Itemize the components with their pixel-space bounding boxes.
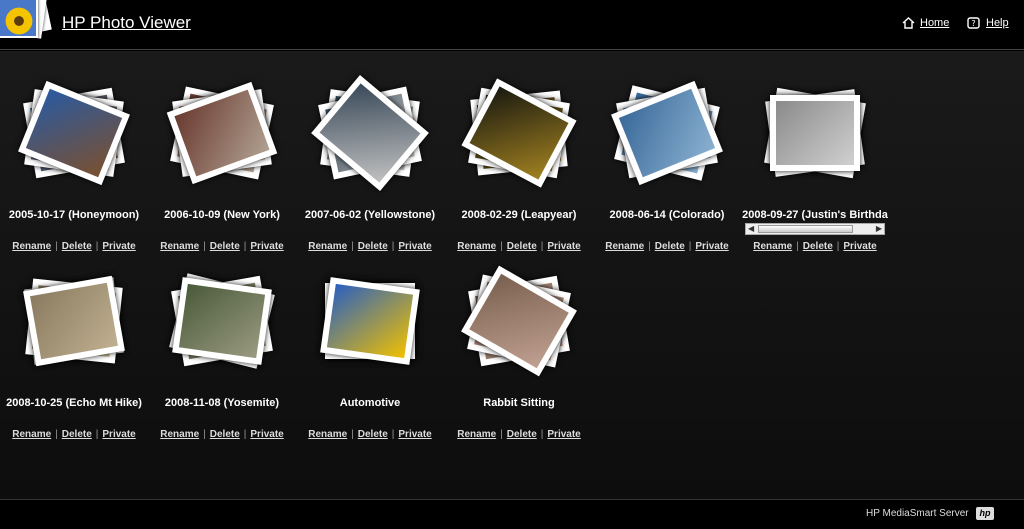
album-cover-photo xyxy=(770,95,860,171)
album-actions: Rename | Delete | Private xyxy=(741,241,889,252)
album-title: Automotive xyxy=(339,397,401,409)
album-tile[interactable]: 2008-09-27 (Justin's Birthda ◀ ▶ Rename | Del… xyxy=(741,57,889,252)
album-thumbnail-stack[interactable] xyxy=(314,265,426,377)
album-tile[interactable]: 2005-10-17 (Honeymoon) Rename | Delete | Priv… xyxy=(0,57,148,252)
album-grid: 2005-10-17 (Honeymoon) Rename | Delete | Priv… xyxy=(0,51,1024,499)
home-icon[interactable] xyxy=(902,17,915,29)
album-tile[interactable]: 2006-10-09 (New York) Rename | Delete | Priva… xyxy=(148,57,296,252)
separator: | xyxy=(500,429,503,440)
album-tile[interactable]: 2008-06-14 (Colorado) Rename | Delete | Priva… xyxy=(593,57,741,252)
album-actions: Rename | Delete | Private xyxy=(0,429,148,440)
private-link[interactable]: Private xyxy=(843,241,876,252)
album-cover-photo xyxy=(311,74,429,192)
separator: | xyxy=(836,241,840,252)
separator: | xyxy=(351,429,354,440)
delete-link[interactable]: Delete xyxy=(62,429,92,440)
delete-link[interactable]: Delete xyxy=(507,429,537,440)
album-cover-photo xyxy=(461,265,577,377)
album-tile[interactable]: 2007-06-02 (Yellowstone) Rename | Delete | Pr… xyxy=(296,57,444,252)
album-actions: Rename | Delete | Private xyxy=(148,429,296,440)
separator: | xyxy=(391,429,395,440)
rename-link[interactable]: Rename xyxy=(12,429,51,440)
app-logo xyxy=(0,0,52,42)
home-link[interactable]: Home xyxy=(920,17,949,29)
help-icon[interactable]: ? xyxy=(967,17,980,29)
delete-link[interactable]: Delete xyxy=(358,429,388,440)
album-actions: Rename | Delete | Private xyxy=(445,429,593,440)
album-title: 2005-10-17 (Honeymoon) xyxy=(8,209,140,221)
album-thumbnail-stack[interactable] xyxy=(461,265,577,377)
album-title: 2006-10-09 (New York) xyxy=(164,209,280,221)
album-cover-photo xyxy=(320,277,420,365)
album-tile[interactable]: 2008-02-29 (Leapyear) Rename | Delete | Priva… xyxy=(445,57,593,252)
album-tile[interactable]: Rabbit Sitting Rename | Delete | Private xyxy=(445,245,593,440)
separator: | xyxy=(203,429,206,440)
album-thumbnail-stack[interactable] xyxy=(166,265,278,377)
title-horizontal-scrollbar[interactable]: ◀ ▶ xyxy=(745,223,885,235)
album-title: 2008-10-25 (Echo Mt Hike) xyxy=(6,397,142,409)
svg-text:?: ? xyxy=(971,19,975,28)
album-tile[interactable]: Automotive Rename | Delete | Private xyxy=(296,245,444,440)
album-actions: Rename | Delete | Private xyxy=(593,241,741,252)
album-title: 2008-02-29 (Leapyear) xyxy=(461,209,577,221)
delete-link[interactable]: Delete xyxy=(803,241,833,252)
album-actions: Rename | Delete | Private xyxy=(296,429,444,440)
album-cover-photo xyxy=(172,277,272,365)
album-title: 2008-11-08 (Yosemite) xyxy=(164,397,280,409)
separator: | xyxy=(648,241,651,252)
footer: HP MediaSmart Server hp xyxy=(0,499,1024,529)
album-thumbnail-stack[interactable] xyxy=(759,77,871,189)
sunflower-icon xyxy=(4,6,34,36)
separator: | xyxy=(540,429,544,440)
album-thumbnail-stack[interactable] xyxy=(18,265,130,377)
rename-link[interactable]: Rename xyxy=(605,241,644,252)
private-link[interactable]: Private xyxy=(102,429,135,440)
album-thumbnail-stack[interactable] xyxy=(18,77,130,189)
album-thumbnail-stack[interactable] xyxy=(611,77,723,189)
private-link[interactable]: Private xyxy=(695,241,728,252)
help-link[interactable]: Help xyxy=(986,17,1009,29)
rename-link[interactable]: Rename xyxy=(160,429,199,440)
album-tile[interactable]: 2008-11-08 (Yosemite) Rename | Delete | Priva… xyxy=(148,245,296,440)
private-link[interactable]: Private xyxy=(398,429,431,440)
separator: | xyxy=(688,241,692,252)
album-title: 2008-09-27 (Justin's Birthda xyxy=(742,209,888,221)
album-title: 2008-06-14 (Colorado) xyxy=(609,209,725,221)
rename-link[interactable]: Rename xyxy=(308,429,347,440)
delete-link[interactable]: Delete xyxy=(655,241,685,252)
separator: | xyxy=(796,241,799,252)
app-title-link[interactable]: HP Photo Viewer xyxy=(62,13,191,33)
album-cover-photo xyxy=(23,275,125,367)
header: HP Photo Viewer Home ? Help xyxy=(0,0,1024,50)
separator: | xyxy=(243,429,247,440)
separator: | xyxy=(95,429,99,440)
album-title: Rabbit Sitting xyxy=(483,397,555,409)
album-title: 2007-06-02 (Yellowstone) xyxy=(304,209,436,221)
rename-link[interactable]: Rename xyxy=(457,429,496,440)
private-link[interactable]: Private xyxy=(547,429,580,440)
scroll-right-icon[interactable]: ▶ xyxy=(876,224,882,234)
footer-text: HP MediaSmart Server xyxy=(866,508,969,519)
delete-link[interactable]: Delete xyxy=(210,429,240,440)
album-thumbnail-stack[interactable] xyxy=(311,74,429,192)
rename-link[interactable]: Rename xyxy=(753,241,792,252)
scrollbar-thumb[interactable] xyxy=(758,225,853,233)
private-link[interactable]: Private xyxy=(250,429,283,440)
album-thumbnail-stack[interactable] xyxy=(461,77,577,189)
scroll-left-icon[interactable]: ◀ xyxy=(748,224,754,234)
hp-logo-icon: hp xyxy=(976,507,994,520)
album-thumbnail-stack[interactable] xyxy=(166,77,278,189)
album-tile[interactable]: 2008-10-25 (Echo Mt Hike) Rename | Delete | P… xyxy=(0,245,148,440)
separator: | xyxy=(55,429,58,440)
